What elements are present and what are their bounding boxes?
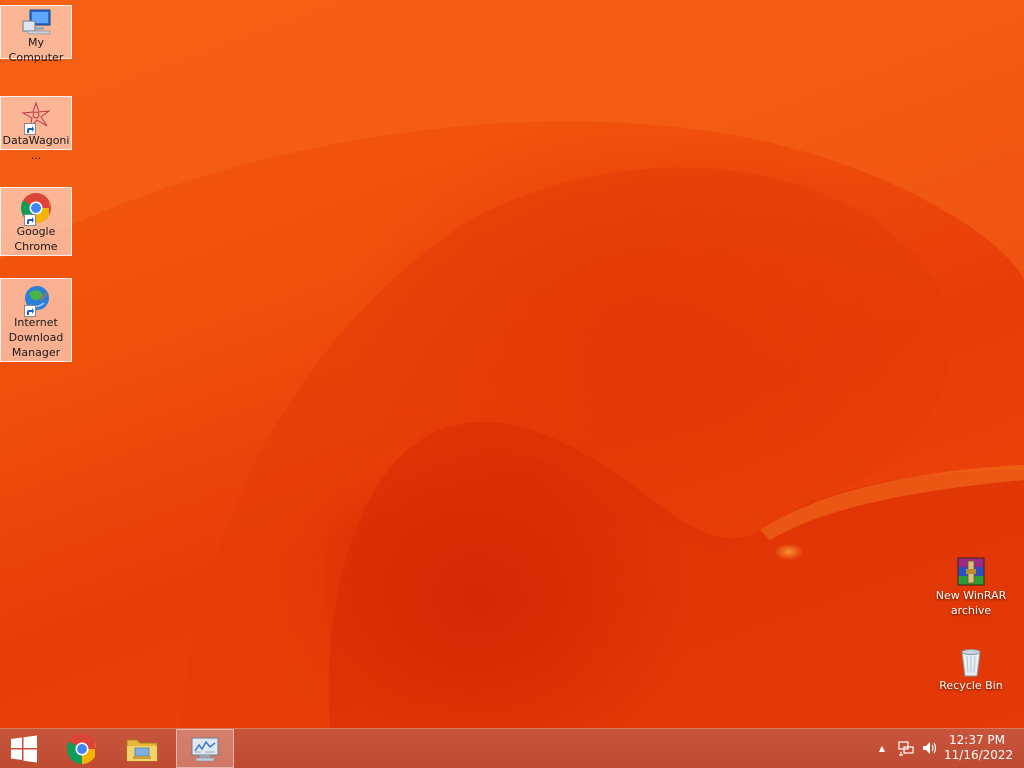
speaker-icon [923,742,937,754]
taskbar: ▲ 12:37 PM 11/16/2022 [0,728,1024,768]
desktop-icon-label: Recycle Bin [939,679,1003,692]
winrar-icon [955,556,987,588]
shortcut-arrow-icon [24,305,36,317]
desktop[interactable]: My Computer DataWagoni... Google Chrome … [0,0,1024,728]
desktop-icon-internet-download-manager[interactable]: Internet Download Manager [0,278,72,362]
idm-icon [20,283,52,317]
desktop-icon-label: DataWagoni... [2,134,70,162]
chrome-icon [66,733,97,764]
computer-icon [20,9,52,35]
shortcut-arrow-icon [24,123,36,135]
folder-icon [126,739,158,761]
network-icon [898,741,914,756]
datawagon-icon [20,101,52,135]
clock-time: 12:37 PM [949,733,1005,747]
desktop-icon-my-computer[interactable]: My Computer [0,5,72,64]
desktop-icon-new-winrar-archive[interactable]: New WinRAR archive [934,552,1008,620]
volume-tray-button[interactable] [922,740,938,756]
desktop-icon-datawagon[interactable]: DataWagoni... [0,96,72,162]
taskbar-file-explorer-button[interactable] [116,729,168,768]
desktop-icon-label: New WinRAR archive [935,589,1007,617]
desktop-icon-label: Google Chrome [14,225,58,253]
recycle-bin-icon [955,646,987,678]
desktop-icon-label: Internet Download Manager [8,316,64,359]
taskbar-clock[interactable]: 12:37 PM 11/16/2022 [944,733,1014,763]
show-hidden-icons-button[interactable]: ▲ [874,740,890,756]
clock-date: 11/16/2022 [944,748,1014,762]
chevron-up-icon: ▲ [878,743,886,753]
wallpaper [0,0,1024,728]
network-tray-button[interactable] [898,740,914,756]
windows-start-icon [11,735,37,762]
desktop-icon-google-chrome[interactable]: Google Chrome [0,187,72,256]
chrome-icon [20,192,52,226]
taskbar-monitor-app-button[interactable] [176,729,234,768]
shortcut-arrow-icon [24,214,36,226]
taskbar-chrome-button[interactable] [56,729,108,768]
monitor-chart-icon [191,737,219,761]
start-button[interactable] [0,729,48,768]
desktop-icon-recycle-bin[interactable]: Recycle Bin [934,642,1008,698]
desktop-icon-label: My Computer [8,36,64,64]
